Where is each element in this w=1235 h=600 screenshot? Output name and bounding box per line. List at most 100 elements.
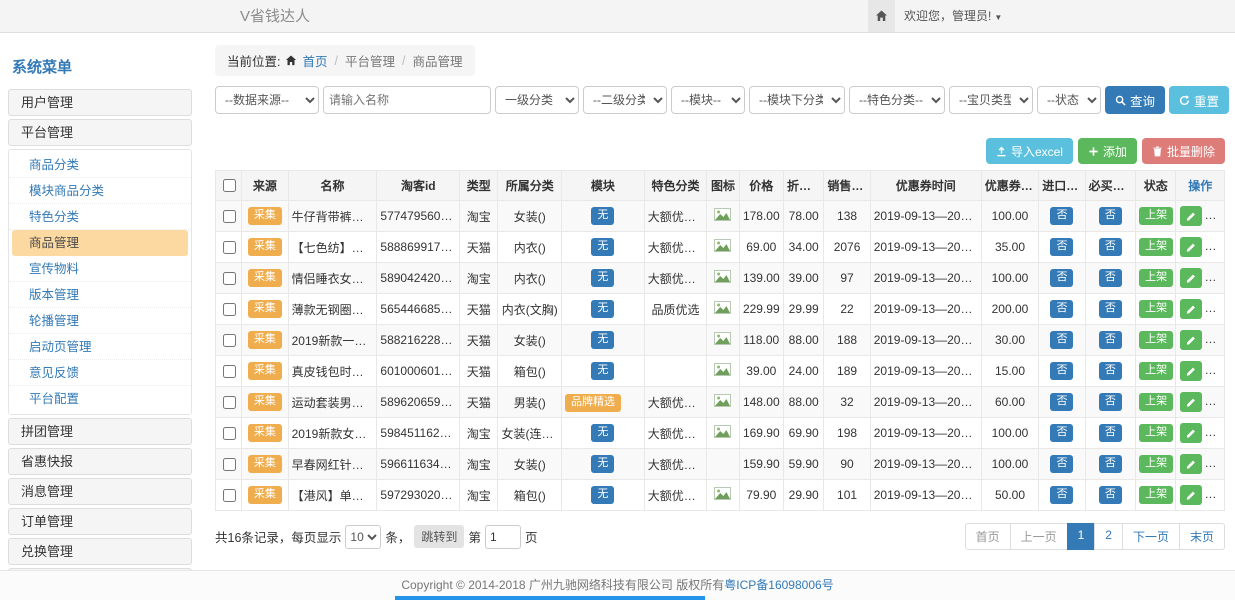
edit-button[interactable] xyxy=(1180,299,1202,319)
status-toggle[interactable]: 上架 xyxy=(1139,238,1173,256)
edit-button[interactable] xyxy=(1180,361,1202,381)
jump-button[interactable]: 跳转到 xyxy=(414,525,464,548)
import-select-toggle[interactable]: 否 xyxy=(1050,207,1073,225)
status-toggle[interactable]: 上架 xyxy=(1139,486,1173,504)
select-all-checkbox[interactable] xyxy=(223,179,236,192)
sidebar-item-版本管理[interactable]: 版本管理 xyxy=(9,282,191,308)
sidebar-group-兑换管理[interactable]: 兑换管理 xyxy=(8,538,192,565)
filter-select[interactable]: --模块-- xyxy=(671,86,745,114)
jump-page-input[interactable] xyxy=(485,525,521,549)
sidebar-item-平台配置[interactable]: 平台配置 xyxy=(9,386,191,412)
status-toggle[interactable]: 上架 xyxy=(1139,331,1173,349)
breadcrumb-home-link[interactable]: 首页 xyxy=(302,51,327,70)
bulk-delete-button[interactable]: 批量删除 xyxy=(1142,138,1225,164)
status-toggle[interactable]: 上架 xyxy=(1139,424,1173,442)
filter-select[interactable]: --特色分类-- xyxy=(849,86,945,114)
edit-button[interactable] xyxy=(1180,423,1202,443)
module-cell: 品牌精选爱上运动 xyxy=(562,387,645,418)
sidebar-item-特色分类[interactable]: 特色分类 xyxy=(9,204,191,230)
status-toggle[interactable]: 上架 xyxy=(1139,455,1173,473)
query-button[interactable]: 查询 xyxy=(1105,86,1165,114)
filter-select[interactable]: --模块下分类-- xyxy=(749,86,845,114)
pager-item-1[interactable]: 1 xyxy=(1067,523,1096,550)
edit-button[interactable] xyxy=(1180,330,1202,350)
filter-select[interactable]: --二级分类-- xyxy=(583,86,667,114)
must-buy-toggle[interactable]: 否 xyxy=(1099,486,1122,504)
home-button[interactable] xyxy=(868,0,895,32)
filter-select[interactable]: --数据来源-- xyxy=(215,86,319,114)
must-buy-toggle[interactable]: 否 xyxy=(1099,207,1122,225)
row-select-cell xyxy=(216,325,242,356)
import-select-toggle[interactable]: 否 xyxy=(1050,486,1073,504)
sidebar-item-商品管理[interactable]: 商品管理 xyxy=(12,230,188,256)
sidebar-item-模块商品分类[interactable]: 模块商品分类 xyxy=(9,178,191,204)
coupon-amount: 100.00 xyxy=(981,201,1039,232)
taoke-id: 596611634525 xyxy=(377,449,460,480)
import-select-toggle[interactable]: 否 xyxy=(1050,300,1073,318)
import-select-toggle[interactable]: 否 xyxy=(1050,393,1073,411)
add-button[interactable]: 添加 xyxy=(1078,138,1137,164)
status-toggle[interactable]: 上架 xyxy=(1139,300,1173,318)
row-checkbox[interactable] xyxy=(223,241,236,254)
filter-select[interactable]: --状态-- xyxy=(1037,86,1101,114)
sidebar-group-消息管理[interactable]: 消息管理 xyxy=(8,478,192,505)
must-buy-toggle[interactable]: 否 xyxy=(1099,238,1122,256)
sidebar-group-订单管理[interactable]: 订单管理 xyxy=(8,508,192,535)
sidebar-group-省惠快报[interactable]: 省惠快报 xyxy=(8,448,192,475)
sidebar-group-拼团管理[interactable]: 拼团管理 xyxy=(8,418,192,445)
must-buy-toggle[interactable]: 否 xyxy=(1099,269,1122,287)
pagination-bar: 共16条记录，每页显示 10 条， 跳转到 第 页 首页上一页12下一页末页 xyxy=(215,523,1225,550)
row-checkbox[interactable] xyxy=(223,303,236,316)
sidebar-item-宣传物料[interactable]: 宣传物料 xyxy=(9,256,191,282)
must-buy-toggle[interactable]: 否 xyxy=(1099,362,1122,380)
status-toggle[interactable]: 上架 xyxy=(1139,269,1173,287)
must-buy-toggle[interactable]: 否 xyxy=(1099,300,1122,318)
edit-button[interactable] xyxy=(1180,268,1202,288)
row-checkbox[interactable] xyxy=(223,489,236,502)
status-toggle[interactable]: 上架 xyxy=(1139,207,1173,225)
sidebar-group-用户管理[interactable]: 用户管理 xyxy=(8,89,192,116)
must-buy-toggle[interactable]: 否 xyxy=(1099,455,1122,473)
sidebar-item-意见反馈[interactable]: 意见反馈 xyxy=(9,360,191,386)
import-select-toggle[interactable]: 否 xyxy=(1050,331,1073,349)
filter-select[interactable]: --宝贝类型-- xyxy=(949,86,1033,114)
filter-select[interactable]: 一级分类 xyxy=(495,86,579,114)
sidebar-item-启动页管理[interactable]: 启动页管理 xyxy=(9,334,191,360)
per-page-select[interactable]: 10 xyxy=(345,525,381,549)
import-excel-button[interactable]: 导入excel xyxy=(986,138,1073,164)
pager-item-下一页[interactable]: 下一页 xyxy=(1122,523,1180,550)
must-buy-toggle[interactable]: 否 xyxy=(1099,393,1122,411)
edit-button[interactable] xyxy=(1180,454,1202,474)
row-checkbox[interactable] xyxy=(223,396,236,409)
sidebar-item-轮播管理[interactable]: 轮播管理 xyxy=(9,308,191,334)
sidebar-group-平台管理[interactable]: 平台管理 xyxy=(8,119,192,146)
status-toggle[interactable]: 上架 xyxy=(1139,393,1173,411)
import-select-toggle[interactable]: 否 xyxy=(1050,269,1073,287)
row-checkbox[interactable] xyxy=(223,427,236,440)
filter-name-input[interactable] xyxy=(323,86,491,114)
import-select-toggle[interactable]: 否 xyxy=(1050,455,1073,473)
pager-item-2[interactable]: 2 xyxy=(1094,523,1123,550)
sidebar-item-商品分类[interactable]: 商品分类 xyxy=(9,152,191,178)
import-select-toggle[interactable]: 否 xyxy=(1050,362,1073,380)
edit-button[interactable] xyxy=(1180,237,1202,257)
row-checkbox[interactable] xyxy=(223,210,236,223)
status-toggle[interactable]: 上架 xyxy=(1139,362,1173,380)
pager-item-末页[interactable]: 末页 xyxy=(1179,523,1225,550)
row-checkbox[interactable] xyxy=(223,365,236,378)
import-select-toggle[interactable]: 否 xyxy=(1050,424,1073,442)
icp-link[interactable]: 粤ICP备16098006号 xyxy=(724,578,833,592)
must-buy-toggle[interactable]: 否 xyxy=(1099,331,1122,349)
edit-button[interactable] xyxy=(1180,206,1202,226)
import-select-toggle[interactable]: 否 xyxy=(1050,238,1073,256)
must-buy-toggle[interactable]: 否 xyxy=(1099,424,1122,442)
row-checkbox[interactable] xyxy=(223,458,236,471)
reset-button[interactable]: 重置 xyxy=(1169,86,1229,114)
pager-item-首页[interactable]: 首页 xyxy=(965,523,1011,550)
edit-button[interactable] xyxy=(1180,392,1202,412)
row-checkbox[interactable] xyxy=(223,272,236,285)
user-menu[interactable]: 欢迎您，管理员!▼ xyxy=(904,0,1002,34)
pager-item-上一页[interactable]: 上一页 xyxy=(1010,523,1068,550)
edit-button[interactable] xyxy=(1180,485,1202,505)
row-checkbox[interactable] xyxy=(223,334,236,347)
